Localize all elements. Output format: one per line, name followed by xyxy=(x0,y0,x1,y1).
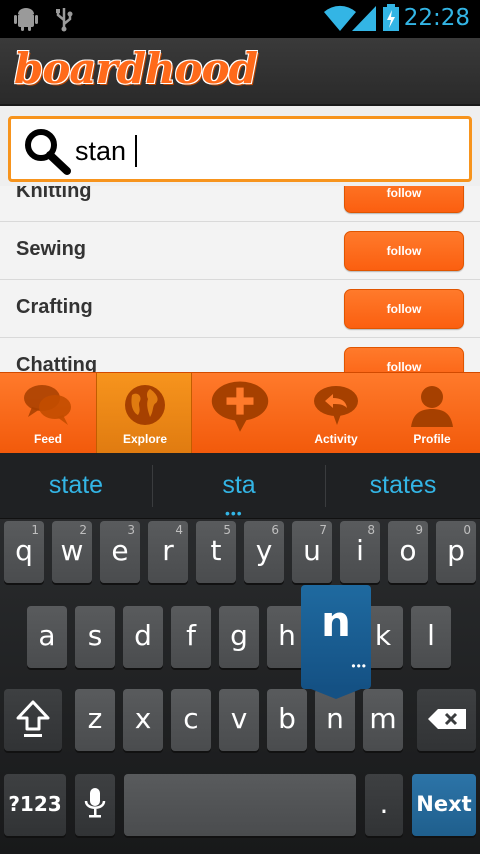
key-preview-popup: n ••• xyxy=(301,585,371,699)
key-label: q xyxy=(15,534,33,567)
list-item: Crafting follow xyxy=(0,280,480,338)
search-input[interactable] xyxy=(75,131,455,171)
battery-charging-icon xyxy=(383,4,399,31)
nav-feed[interactable]: Feed xyxy=(0,373,96,454)
globe-icon xyxy=(125,385,165,425)
usb-icon xyxy=(56,8,73,32)
popup-pointer xyxy=(301,685,371,699)
topic-label: Chatting xyxy=(16,354,98,372)
list-item: Knitting follow xyxy=(0,186,480,222)
key-w[interactable]: w2 xyxy=(52,521,92,583)
search-box[interactable] xyxy=(8,116,472,182)
symbols-key[interactable]: ?123 xyxy=(4,774,66,836)
key-u[interactable]: u7 xyxy=(292,521,332,583)
key-y[interactable]: y6 xyxy=(244,521,284,583)
activity-reply-icon xyxy=(314,386,358,425)
suggestion-3[interactable]: states xyxy=(326,453,480,519)
topic-label: Sewing xyxy=(16,238,87,260)
key-label: i xyxy=(356,534,364,567)
nav-explore[interactable]: Explore xyxy=(96,373,192,454)
backspace-icon xyxy=(427,709,466,729)
popup-letter: n xyxy=(321,597,351,646)
key-hint: 0 xyxy=(463,523,471,537)
follow-button[interactable]: follow xyxy=(344,231,464,271)
shift-icon xyxy=(16,700,50,737)
key-g[interactable]: g xyxy=(219,606,259,668)
search-area xyxy=(0,106,480,190)
backspace-key[interactable] xyxy=(417,689,476,751)
key-d[interactable]: d xyxy=(123,606,163,668)
nav-label: Activity xyxy=(314,432,358,446)
key-t[interactable]: t5 xyxy=(196,521,236,583)
key-hint: 3 xyxy=(127,523,135,537)
list-item: Sewing follow xyxy=(0,222,480,280)
key-label: r xyxy=(162,534,174,567)
key-hint: 1 xyxy=(31,523,39,537)
signal-icon xyxy=(352,6,376,31)
search-icon xyxy=(25,129,71,175)
android-debug-icon xyxy=(14,8,38,31)
nav-add-post[interactable] xyxy=(192,373,288,454)
shift-key[interactable] xyxy=(4,689,62,751)
key-c[interactable]: c xyxy=(171,689,211,751)
follow-button[interactable]: follow xyxy=(344,347,464,372)
nav-label: Explore xyxy=(122,432,167,446)
key-hint: 9 xyxy=(415,523,423,537)
key-p[interactable]: p0 xyxy=(436,521,476,583)
nav-profile[interactable]: Profile xyxy=(384,373,480,454)
app-header: boardhood xyxy=(0,38,480,106)
key-label: u xyxy=(303,534,321,567)
key-r[interactable]: r4 xyxy=(148,521,188,583)
key-e[interactable]: e3 xyxy=(100,521,140,583)
suggestion-1[interactable]: state xyxy=(0,453,152,519)
key-hint: 8 xyxy=(367,523,375,537)
nav-activity[interactable]: Activity xyxy=(288,373,384,454)
status-time: 22:28 xyxy=(403,5,470,31)
key-hint: 6 xyxy=(271,523,279,537)
status-bar: 22:28 xyxy=(0,0,480,38)
add-post-icon xyxy=(211,381,269,432)
topic-label: Crafting xyxy=(16,296,93,318)
space-key[interactable] xyxy=(124,774,356,836)
bottom-nav: Feed Explore Activity Profile xyxy=(0,372,480,454)
key-label: o xyxy=(399,534,417,567)
nav-label: Profile xyxy=(413,432,451,446)
more-suggestions-icon: ••• xyxy=(225,505,243,521)
chat-bubbles-icon xyxy=(24,385,71,425)
key-hint: 7 xyxy=(319,523,327,537)
text-cursor xyxy=(135,135,137,167)
voice-input-key[interactable] xyxy=(75,774,115,836)
key-label: t xyxy=(210,534,222,567)
key-label: y xyxy=(255,534,273,567)
profile-icon xyxy=(411,386,453,427)
topic-list: Knitting follow Sewing follow Crafting f… xyxy=(0,186,480,372)
nav-label: Feed xyxy=(33,432,62,446)
key-l[interactable]: l xyxy=(411,606,451,668)
list-item: Chatting follow xyxy=(0,338,480,372)
key-o[interactable]: o9 xyxy=(388,521,428,583)
app-logo: boardhood xyxy=(14,44,258,93)
key-hint: 5 xyxy=(223,523,231,537)
key-a[interactable]: a xyxy=(27,606,67,668)
microphone-icon xyxy=(84,788,106,818)
topic-label: Knitting xyxy=(16,186,92,202)
follow-button[interactable]: follow xyxy=(344,186,464,213)
key-hint: 2 xyxy=(79,523,87,537)
key-x[interactable]: x xyxy=(123,689,163,751)
more-keys-icon: ••• xyxy=(351,659,367,673)
next-key[interactable]: Next xyxy=(412,774,476,836)
key-i[interactable]: i8 xyxy=(340,521,380,583)
key-label: w xyxy=(60,534,84,567)
key-f[interactable]: f xyxy=(171,606,211,668)
key-v[interactable]: v xyxy=(219,689,259,751)
follow-button[interactable]: follow xyxy=(344,289,464,329)
key-hint: 4 xyxy=(175,523,183,537)
key-label: p xyxy=(447,534,465,567)
key-z[interactable]: z xyxy=(75,689,115,751)
period-key[interactable]: . xyxy=(365,774,403,836)
key-s[interactable]: s xyxy=(75,606,115,668)
suggestion-bar: state sta ••• states xyxy=(0,453,480,521)
key-q[interactable]: q1 xyxy=(4,521,44,583)
key-label: e xyxy=(111,534,129,567)
